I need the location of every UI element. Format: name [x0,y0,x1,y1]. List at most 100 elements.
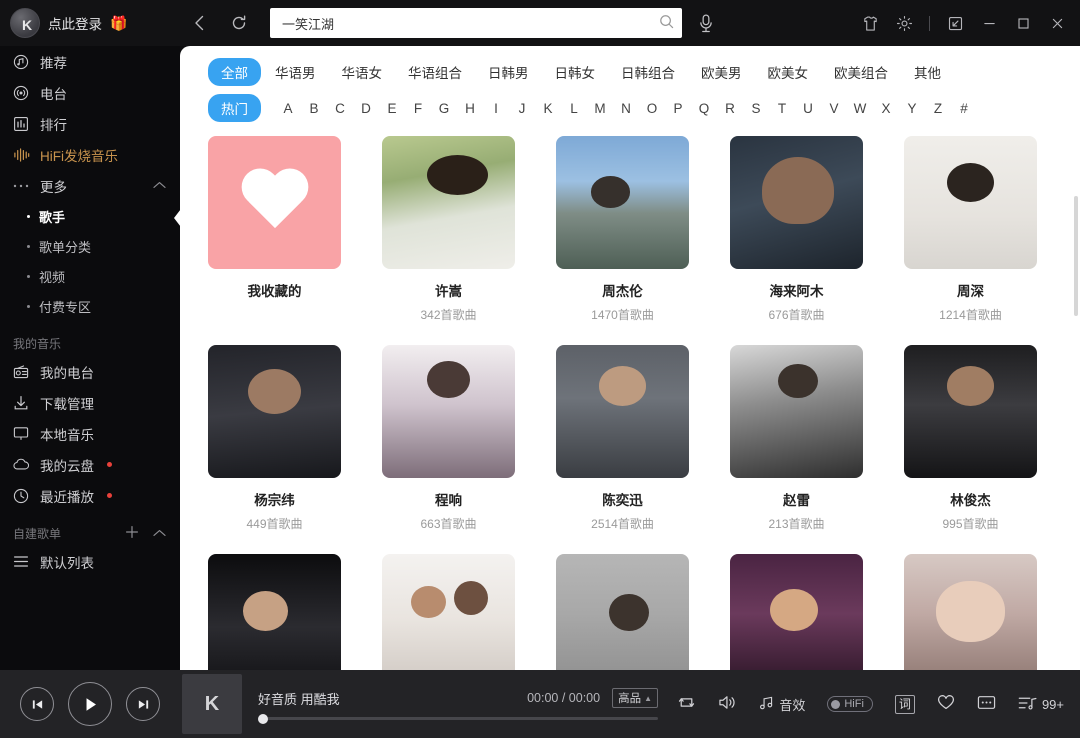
artist-thumbnail[interactable] [904,136,1037,269]
category-tab-jk-female[interactable]: 日韩女 [555,62,596,82]
repeat-icon[interactable] [677,694,696,715]
artist-card[interactable]: 程响 663首歌曲 [382,345,515,532]
sidebar-item-cloud-disk[interactable]: 我的云盘 [0,449,180,480]
alphabet-tab-n[interactable]: N [613,101,639,116]
album-cover-icon[interactable]: K [182,674,242,734]
tshirt-icon[interactable] [855,8,885,38]
artist-thumbnail[interactable] [382,345,515,478]
alphabet-tab-s[interactable]: S [743,101,769,116]
alphabet-tab-d[interactable]: D [353,101,379,116]
sidebar-item-my-radio[interactable]: 我的电台 [0,356,180,387]
gear-icon[interactable] [889,8,919,38]
category-tab-all[interactable]: 全部 [208,58,261,86]
sidebar-item-playlist-category[interactable]: 歌单分类 [0,231,180,261]
category-tab-western-male[interactable]: 欧美男 [701,62,742,82]
artist-card[interactable]: 陈奕迅 2514首歌曲 [556,345,689,532]
previous-track-button[interactable] [20,687,54,721]
lyrics-button[interactable]: 词 [894,694,915,714]
alphabet-tab-e[interactable]: E [379,101,405,116]
alphabet-tab-r[interactable]: R [717,101,743,116]
sidebar-item-paid-zone[interactable]: 付费专区 [0,291,180,321]
alphabet-tab-g[interactable]: G [431,101,457,116]
alphabet-tab-y[interactable]: Y [899,101,925,116]
category-tab-western-female[interactable]: 欧美女 [768,62,809,82]
chevron-up-icon[interactable] [153,180,166,192]
artist-thumbnail[interactable] [904,345,1037,478]
alphabet-tab-j[interactable]: J [509,101,535,116]
artist-thumbnail[interactable] [556,136,689,269]
alphabet-tab-m[interactable]: M [587,101,613,116]
artist-thumbnail[interactable] [904,554,1037,670]
vertical-scrollbar[interactable] [1074,196,1078,316]
artist-card[interactable]: 杨宗纬 449首歌曲 [208,345,341,532]
category-tab-jk-male[interactable]: 日韩男 [488,62,529,82]
search-box[interactable] [270,8,682,38]
sidebar-item-recommend[interactable]: 推荐 [0,46,180,77]
artist-thumbnail[interactable] [208,345,341,478]
progress-slider[interactable] [258,713,658,724]
artist-thumbnail[interactable] [730,554,863,670]
login-area[interactable]: K 点此登录 🎁 [0,0,180,46]
alphabet-tab-hot[interactable]: 热门 [208,94,261,122]
alphabet-tab-p[interactable]: P [665,101,691,116]
sidebar-item-default-list[interactable]: 默认列表 [0,546,180,577]
alphabet-tab-u[interactable]: U [795,101,821,116]
playlist-button[interactable]: 99+ [1018,695,1064,714]
chevron-up-icon[interactable] [153,525,166,542]
alphabet-tab-f[interactable]: F [405,101,431,116]
sidebar-item-radio[interactable]: 电台 [0,77,180,108]
play-button[interactable] [68,682,112,726]
artist-thumbnail[interactable] [556,345,689,478]
artist-card[interactable] [556,554,689,670]
category-tab-mandarin-group[interactable]: 华语组合 [408,62,462,82]
hifi-toggle[interactable]: HiFi [827,696,873,712]
category-tab-mandarin-male[interactable]: 华语男 [275,62,316,82]
sound-effects-button[interactable]: 音效 [759,695,805,714]
progress-knob[interactable] [258,713,268,724]
back-button[interactable] [186,10,212,36]
artist-card[interactable]: 林俊杰 995首歌曲 [904,345,1037,532]
artist-thumbnail[interactable] [556,554,689,670]
artist-card[interactable]: 许嵩 342首歌曲 [382,136,515,323]
category-tab-jk-group[interactable]: 日韩组合 [621,62,675,82]
category-tab-western-group[interactable]: 欧美组合 [834,62,888,82]
heart-icon[interactable] [937,694,955,714]
quality-selector[interactable]: 高品 ▲ [612,688,658,708]
alphabet-tab-w[interactable]: W [847,101,873,116]
track-name[interactable]: 好音质 用酷我 [258,689,340,708]
sidebar-item-video[interactable]: 视频 [0,261,180,291]
more-icon[interactable] [977,695,996,714]
artist-card[interactable] [208,554,341,670]
gift-icon[interactable]: 🎁 [110,16,127,30]
artist-card[interactable]: 海来阿木 676首歌曲 [730,136,863,323]
artist-card[interactable] [904,554,1037,670]
alphabet-tab-z[interactable]: Z [925,101,951,116]
artist-thumbnail[interactable] [730,136,863,269]
search-input[interactable] [282,15,659,31]
alphabet-tab-o[interactable]: O [639,101,665,116]
search-icon[interactable] [659,14,674,32]
sidebar-item-download[interactable]: 下载管理 [0,387,180,418]
artist-thumbnail[interactable] [382,554,515,670]
alphabet-tab-b[interactable]: B [301,101,327,116]
sidebar-item-recent-played[interactable]: 最近播放 [0,480,180,511]
artist-card[interactable]: 周杰伦 1470首歌曲 [556,136,689,323]
category-tab-other[interactable]: 其他 [914,62,941,82]
next-track-button[interactable] [126,687,160,721]
alphabet-tab-k[interactable]: K [535,101,561,116]
alphabet-tab-c[interactable]: C [327,101,353,116]
artist-card-favorites[interactable]: 我收藏的 [208,136,341,323]
close-button[interactable] [1042,8,1072,38]
volume-icon[interactable] [718,694,737,715]
minimize-button[interactable] [974,8,1004,38]
artist-card[interactable]: 周深 1214首歌曲 [904,136,1037,323]
alphabet-tab-x[interactable]: X [873,101,899,116]
refresh-button[interactable] [226,10,252,36]
artist-thumbnail[interactable] [730,345,863,478]
avatar[interactable]: K [10,8,40,38]
alphabet-tab-q[interactable]: Q [691,101,717,116]
artist-card[interactable] [730,554,863,670]
mini-mode-icon[interactable] [940,8,970,38]
sidebar-item-hifi[interactable]: HiFi发烧音乐 [0,139,180,170]
login-label[interactable]: 点此登录 [48,13,102,33]
